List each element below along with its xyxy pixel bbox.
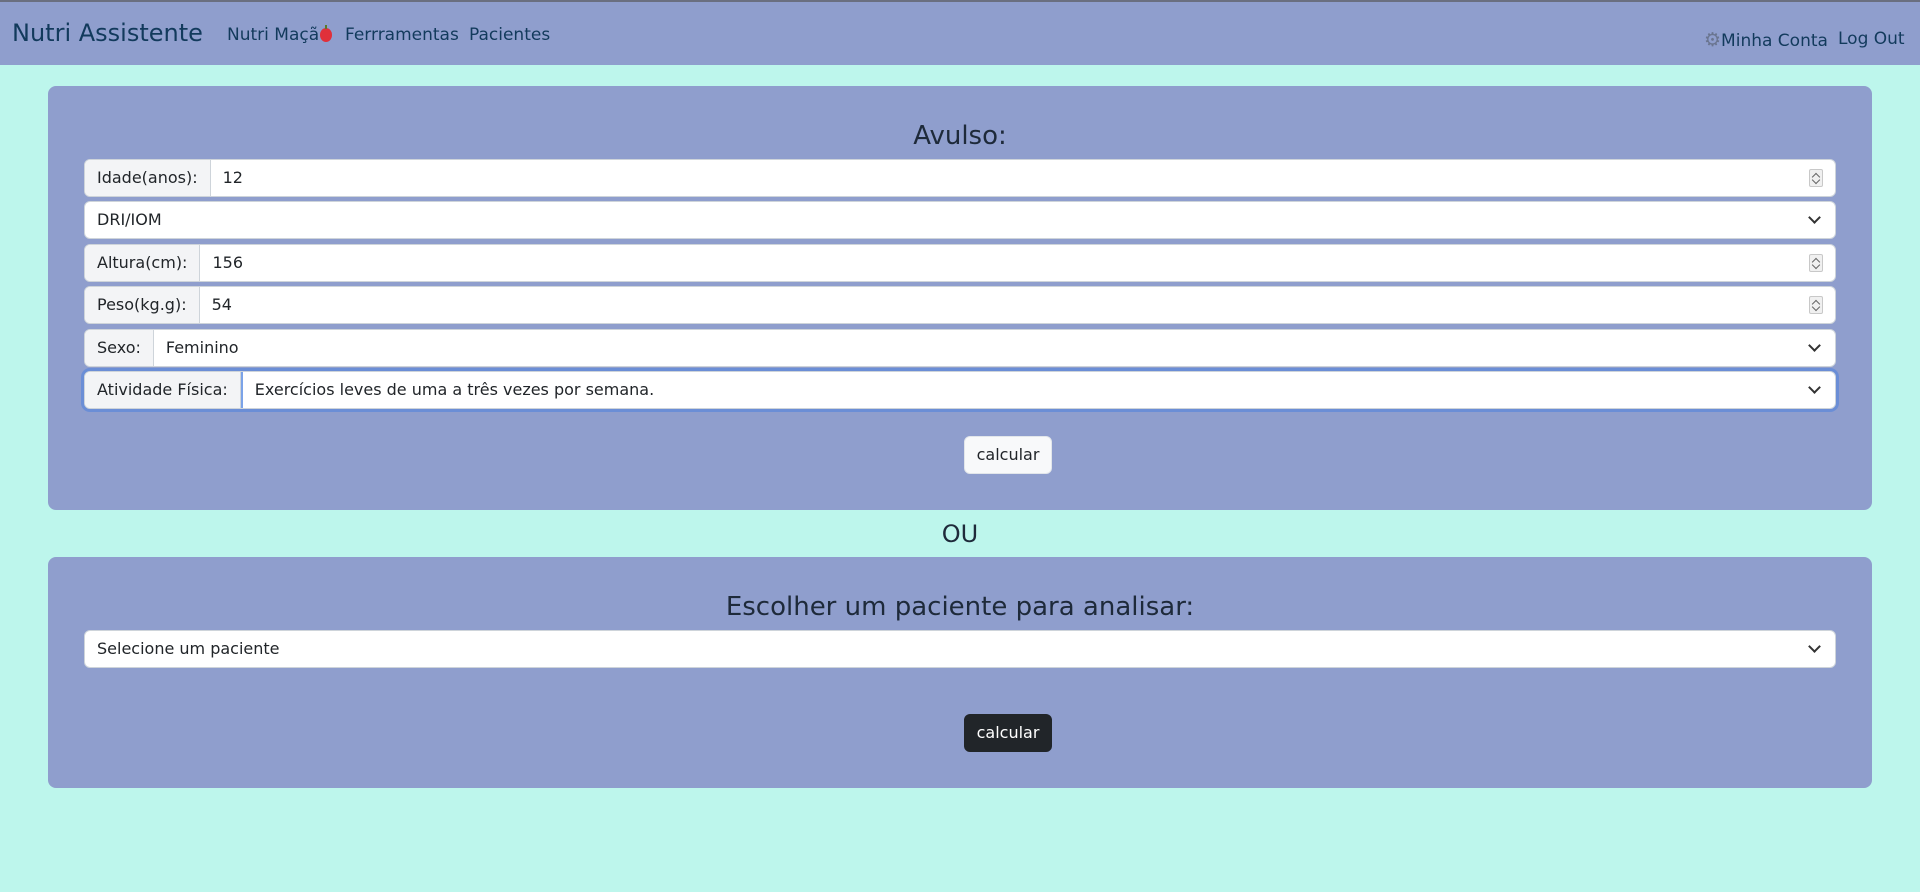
idade-input-group: Idade(anos): 12: [84, 159, 1836, 197]
metodo-field: DRI/IOM: [85, 202, 1835, 238]
brand-link[interactable]: Nutri Assistente: [12, 19, 203, 47]
paciente-calcular-button[interactable]: calcular: [964, 714, 1052, 752]
ou-separator: OU: [941, 520, 979, 548]
chevron-down-icon: [1808, 339, 1821, 352]
chevron-down-icon: [1808, 211, 1821, 224]
idade-input[interactable]: 12: [211, 160, 1835, 196]
idade-value: 12: [222, 168, 243, 187]
avulso-title: Avulso:: [913, 121, 1007, 151]
chevron-down-icon: [1808, 381, 1821, 394]
nav-nutri-maca-label: Nutri Maçã: [227, 25, 320, 45]
sexo-select[interactable]: Feminino: [154, 330, 1835, 366]
atividade-label: Atividade Física:: [85, 372, 241, 408]
avulso-calcular-button[interactable]: calcular: [964, 436, 1052, 474]
altura-value: 156: [212, 253, 243, 272]
sexo-value: Feminino: [165, 338, 239, 357]
idade-spinner[interactable]: [1809, 169, 1823, 187]
chevron-down-icon: [1808, 640, 1821, 653]
peso-value: 54: [211, 295, 232, 314]
paciente-title: Escolher um paciente para analisar:: [725, 592, 1195, 622]
paciente-panel: Escolher um paciente para analisar: Sele…: [48, 557, 1872, 788]
nav-minha-conta-label: Minha Conta: [1721, 31, 1828, 51]
peso-label: Peso(kg.g):: [85, 287, 200, 323]
peso-input[interactable]: 54: [200, 287, 1835, 323]
atividade-select[interactable]: Exercícios leves de uma a três vezes por…: [240, 372, 1835, 408]
atividade-input-group: Atividade Física: Exercícios leves de um…: [84, 371, 1836, 409]
metodo-select[interactable]: DRI/IOM: [84, 201, 1836, 239]
nav-ferramentas[interactable]: Ferrramentas: [345, 25, 459, 45]
nav-nutri-maca[interactable]: Nutri Maçã: [227, 25, 333, 45]
apple-icon: [320, 25, 333, 42]
avulso-panel: Avulso: Idade(anos): 12 DRI/IOM Altura(c…: [48, 86, 1872, 510]
altura-input-group: Altura(cm): 156: [84, 244, 1836, 282]
altura-spinner[interactable]: [1809, 254, 1823, 272]
altura-input[interactable]: 156: [200, 245, 1835, 281]
sexo-label: Sexo:: [85, 330, 154, 366]
metodo-value: DRI/IOM: [97, 210, 162, 229]
nav-pacientes[interactable]: Pacientes: [469, 25, 550, 45]
top-navbar: Nutri Assistente Nutri Maçã Ferrramentas…: [0, 0, 1920, 65]
paciente-field: Selecione um paciente: [85, 631, 1835, 667]
paciente-select[interactable]: Selecione um paciente: [84, 630, 1836, 668]
sexo-input-group: Sexo: Feminino: [84, 329, 1836, 367]
nav-log-out[interactable]: Log Out: [1838, 29, 1905, 49]
peso-spinner[interactable]: [1809, 296, 1823, 314]
atividade-value: Exercícios leves de uma a três vezes por…: [254, 380, 655, 399]
gear-icon: ⚙: [1704, 29, 1722, 51]
paciente-placeholder: Selecione um paciente: [97, 639, 280, 658]
altura-label: Altura(cm):: [85, 245, 201, 281]
idade-label: Idade(anos):: [85, 160, 211, 196]
nav-minha-conta[interactable]: ⚙Minha Conta: [1704, 29, 1828, 51]
peso-input-group: Peso(kg.g): 54: [84, 286, 1836, 324]
